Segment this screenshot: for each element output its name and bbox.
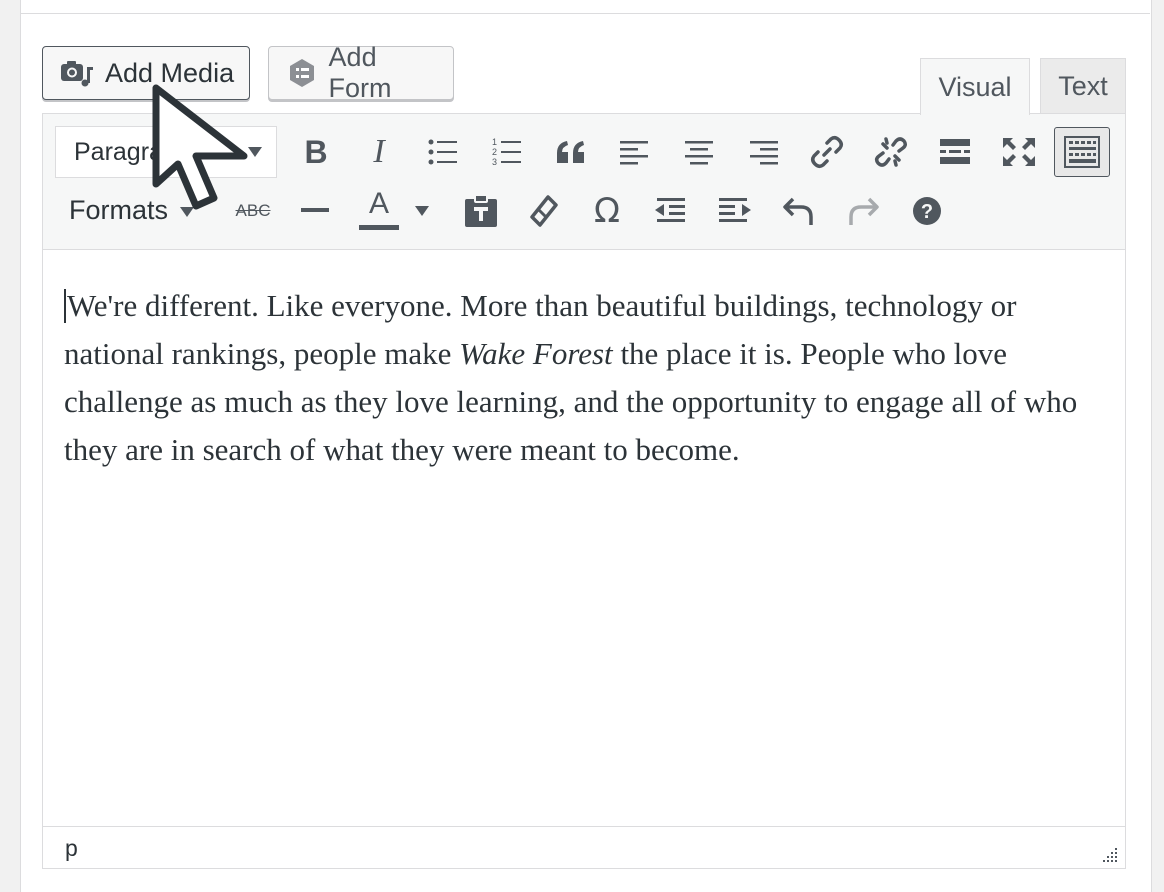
clear-formatting-button[interactable] bbox=[521, 189, 565, 233]
align-right-icon bbox=[750, 141, 778, 165]
redo-icon bbox=[849, 197, 879, 225]
svg-text:1: 1 bbox=[492, 137, 497, 147]
tab-visual[interactable]: Visual bbox=[920, 58, 1030, 115]
bold-button[interactable]: B bbox=[294, 130, 338, 174]
text-color-icon: A bbox=[359, 186, 399, 230]
formats-label: Formats bbox=[69, 194, 169, 225]
editor-toolbar: Paragraph B I 1 2 3 Formats ABC A Ω ? bbox=[43, 114, 1125, 250]
undo-icon bbox=[783, 197, 813, 225]
special-character-icon: Ω bbox=[594, 191, 620, 231]
text-color-button[interactable]: A bbox=[355, 187, 403, 231]
editor-statusbar: p bbox=[43, 826, 1125, 868]
fullscreen-icon bbox=[1003, 138, 1035, 166]
form-icon bbox=[285, 57, 319, 89]
format-select[interactable]: Paragraph bbox=[55, 126, 277, 178]
bold-icon: B bbox=[304, 133, 328, 170]
italic-icon: I bbox=[373, 133, 385, 170]
add-form-label: Add Form bbox=[328, 42, 392, 103]
align-center-button[interactable] bbox=[677, 130, 721, 174]
indent-button[interactable] bbox=[713, 189, 757, 233]
content-italic-text: Wake Forest bbox=[459, 336, 613, 371]
text-color-label: A bbox=[368, 186, 389, 220]
paste-as-text-icon bbox=[465, 195, 497, 227]
divider bbox=[20, 13, 1150, 14]
outdent-icon bbox=[655, 198, 685, 222]
read-more-button[interactable] bbox=[933, 130, 977, 174]
bullet-list-icon bbox=[428, 139, 457, 165]
svg-text:?: ? bbox=[921, 201, 933, 223]
align-left-icon bbox=[620, 141, 648, 165]
italic-button[interactable]: I bbox=[357, 130, 401, 174]
redo-button[interactable] bbox=[841, 189, 885, 233]
align-center-icon bbox=[685, 141, 713, 165]
blockquote-button[interactable] bbox=[549, 130, 593, 174]
link-button[interactable] bbox=[805, 130, 849, 174]
blockquote-icon bbox=[557, 141, 584, 163]
align-left-button[interactable] bbox=[613, 130, 657, 174]
outdent-button[interactable] bbox=[649, 189, 693, 233]
clear-formatting-icon bbox=[530, 195, 558, 227]
camera-music-icon bbox=[59, 57, 95, 89]
fullscreen-button[interactable] bbox=[997, 130, 1041, 174]
unlink-icon bbox=[874, 137, 908, 167]
special-character-button[interactable]: Ω bbox=[585, 189, 629, 233]
numbered-list-button[interactable]: 1 2 3 bbox=[485, 130, 529, 174]
read-more-icon bbox=[940, 139, 970, 164]
tab-text[interactable]: Text bbox=[1040, 58, 1126, 114]
align-right-button[interactable] bbox=[741, 130, 785, 174]
svg-text:3: 3 bbox=[492, 157, 497, 167]
editor-content[interactable]: We're different. Like everyone. More tha… bbox=[64, 282, 1114, 474]
indent-icon bbox=[719, 198, 751, 222]
element-path[interactable]: p bbox=[65, 835, 78, 862]
add-form-button[interactable]: Add Form bbox=[268, 42, 454, 103]
bullet-list-button[interactable] bbox=[421, 130, 465, 174]
add-media-button[interactable]: Add Media bbox=[42, 46, 250, 100]
format-select-value: Paragraph bbox=[74, 137, 191, 166]
toolbar-toggle-icon bbox=[1064, 136, 1100, 168]
link-icon bbox=[810, 135, 844, 169]
toolbar-toggle-button[interactable] bbox=[1054, 127, 1110, 177]
add-media-label: Add Media bbox=[105, 57, 235, 88]
chevron-down-icon bbox=[415, 206, 429, 216]
text-color-dropdown[interactable] bbox=[405, 189, 439, 233]
text-color-swatch bbox=[359, 224, 399, 230]
help-icon: ? bbox=[913, 197, 941, 225]
editor: Paragraph B I 1 2 3 Formats ABC A Ω ? We… bbox=[42, 113, 1126, 869]
horizontal-line-icon bbox=[301, 208, 329, 212]
strikethrough-icon: ABC bbox=[235, 201, 271, 220]
horizontal-line-button[interactable] bbox=[293, 189, 337, 233]
unlink-button[interactable] bbox=[869, 130, 913, 174]
resize-handle-icon[interactable] bbox=[1099, 844, 1119, 864]
formats-dropdown[interactable]: Formats bbox=[69, 188, 195, 232]
strikethrough-button[interactable]: ABC bbox=[225, 189, 281, 233]
chevron-down-icon bbox=[248, 147, 262, 157]
help-button[interactable]: ? bbox=[905, 189, 949, 233]
paste-as-text-button[interactable] bbox=[459, 189, 503, 233]
svg-text:2: 2 bbox=[492, 147, 497, 157]
numbered-list-icon: 1 2 3 bbox=[492, 137, 521, 167]
text-caret bbox=[64, 289, 66, 323]
undo-button[interactable] bbox=[777, 189, 821, 233]
chevron-down-icon bbox=[180, 207, 195, 217]
